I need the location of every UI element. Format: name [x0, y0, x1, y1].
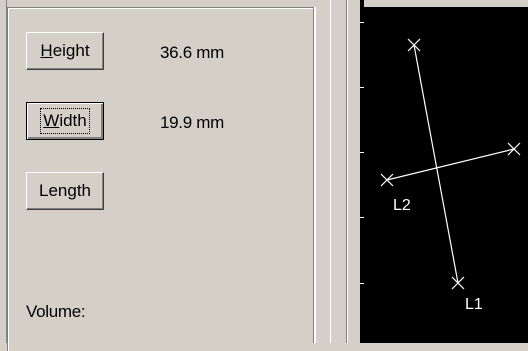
width-button-label: Width — [40, 108, 90, 134]
volume-label: Volume: — [26, 302, 86, 321]
measure-line-l2 — [386, 148, 515, 181]
endpoint-marker-bottom — [451, 276, 465, 290]
height-value: 36.6 mm — [160, 43, 225, 62]
endpoint-marker-top — [407, 38, 421, 52]
height-button-label: Height — [40, 41, 90, 60]
measurement-viewer[interactable]: L2 L1 — [364, 7, 528, 343]
length-button[interactable]: Length — [26, 172, 104, 210]
label-l1: L1 — [465, 296, 483, 313]
endpoint-marker-right — [507, 142, 521, 156]
window-left-border — [0, 0, 7, 343]
width-value: 19.9 mm — [160, 113, 225, 132]
measurement-panel: Height 36.6 mm Width 19.9 mm Length Volu… — [7, 7, 314, 351]
panel-right-edge — [313, 7, 316, 343]
measurement-overlay: L2 L1 — [380, 38, 521, 313]
length-button-label: Length — [39, 181, 91, 200]
width-button[interactable]: Width — [26, 102, 104, 140]
endpoint-marker-left — [380, 173, 394, 187]
splitter-highlight — [347, 0, 348, 343]
label-l2: L2 — [393, 197, 411, 214]
height-button[interactable]: Height — [26, 32, 104, 70]
